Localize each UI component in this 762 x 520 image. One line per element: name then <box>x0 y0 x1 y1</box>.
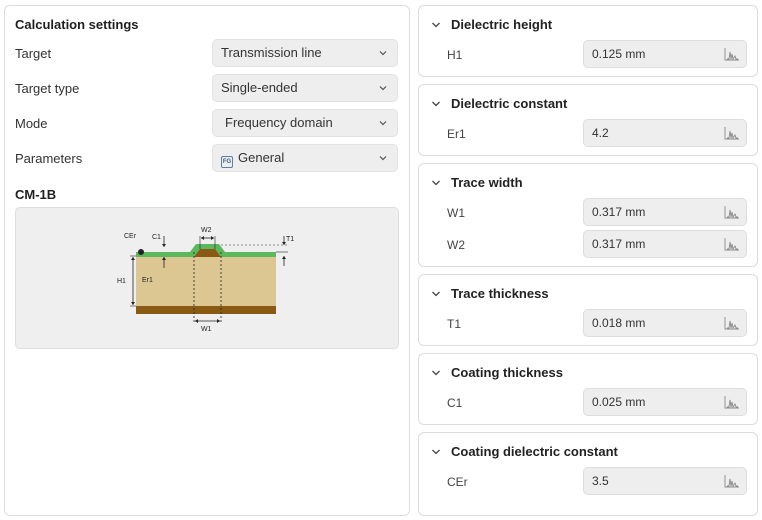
sweep-chart-icon[interactable] <box>723 394 741 410</box>
param-label-er1: Er1 <box>447 127 466 141</box>
sweep-chart-icon[interactable] <box>723 46 741 62</box>
card-trace-thickness: Trace thickness T1 0.018 mm <box>418 274 758 346</box>
ground-plane <box>136 306 276 314</box>
param-label-cer: CEr <box>447 475 468 489</box>
param-label-w2: W2 <box>447 238 465 252</box>
t1-input[interactable]: 0.018 mm <box>583 309 747 337</box>
sweep-chart-icon[interactable] <box>723 236 741 252</box>
mode-select[interactable]: Frequency domain <box>212 109 398 137</box>
c1-label: C1 <box>152 234 161 241</box>
er1-value: 4.2 <box>592 126 609 140</box>
sweep-chart-icon[interactable] <box>723 125 741 141</box>
chevron-down-icon[interactable] <box>431 368 441 378</box>
card-dielectric-height: Dielectric height H1 0.125 mm <box>418 5 758 77</box>
cer-input[interactable]: 3.5 <box>583 467 747 495</box>
t1-label: T1 <box>286 236 294 243</box>
chevron-down-icon[interactable] <box>431 178 441 188</box>
target-type-label: Target type <box>15 81 80 96</box>
card-title: Coating thickness <box>451 365 563 380</box>
parameters-label: Parameters <box>15 151 83 166</box>
card-coating-thickness: Coating thickness C1 0.025 mm <box>418 353 758 425</box>
sweep-chart-icon[interactable] <box>723 473 741 489</box>
card-title: Trace thickness <box>451 286 549 301</box>
calculation-settings-panel: Calculation settings Target Transmission… <box>4 5 410 516</box>
fg-badge-icon: FG <box>221 156 233 168</box>
card-title: Trace width <box>451 175 523 190</box>
w1-value: 0.317 mm <box>592 205 646 219</box>
chevron-down-icon <box>379 51 387 56</box>
cross-section-svg: CEr C1 W2 T1 H1 Er1 W1 <box>117 227 294 333</box>
parameters-select-value: General <box>238 150 285 165</box>
param-label-h1: H1 <box>447 48 463 62</box>
chevron-down-icon <box>379 121 387 126</box>
w2-input[interactable]: 0.317 mm <box>583 230 747 258</box>
card-trace-width: Trace width W1 0.317 mm W2 0.317 mm <box>418 163 758 267</box>
chevron-down-icon[interactable] <box>431 20 441 30</box>
er1-label: Er1 <box>142 277 153 284</box>
parameters-select[interactable]: FG General <box>212 144 398 172</box>
cer-value: 3.5 <box>592 474 609 488</box>
card-title: Coating dielectric constant <box>451 444 618 459</box>
card-dielectric-constant: Dielectric constant Er1 4.2 <box>418 84 758 156</box>
h1-label: H1 <box>117 278 126 285</box>
target-select[interactable]: Transmission line <box>212 39 398 67</box>
w2-label: W2 <box>201 227 212 234</box>
target-type-select[interactable]: Single-ended <box>212 74 398 102</box>
t1-value: 0.018 mm <box>592 316 646 330</box>
sweep-chart-icon[interactable] <box>723 315 741 331</box>
chevron-down-icon[interactable] <box>431 289 441 299</box>
w2-value: 0.317 mm <box>592 237 646 251</box>
card-title: Dielectric height <box>451 17 553 32</box>
param-label-t1: T1 <box>447 317 462 331</box>
c1-value: 0.025 mm <box>592 395 646 409</box>
mode-select-value: Frequency domain <box>225 115 333 130</box>
sweep-chart-icon[interactable] <box>723 204 741 220</box>
target-type-select-value: Single-ended <box>221 80 298 95</box>
er1-input[interactable]: 4.2 <box>583 119 747 147</box>
dielectric-layer <box>136 256 276 306</box>
calculation-settings-title: Calculation settings <box>15 17 139 32</box>
mode-label: Mode <box>15 116 48 131</box>
param-label-w1: W1 <box>447 206 465 220</box>
chevron-down-icon[interactable] <box>431 447 441 457</box>
stackup-diagram: CEr C1 W2 T1 H1 Er1 W1 <box>15 207 399 349</box>
chevron-down-icon <box>379 156 387 161</box>
w1-input[interactable]: 0.317 mm <box>583 198 747 226</box>
target-label: Target <box>15 46 52 61</box>
h1-value: 0.125 mm <box>592 47 646 61</box>
model-name: CM-1B <box>15 187 57 202</box>
c1-input[interactable]: 0.025 mm <box>583 388 747 416</box>
target-select-value: Transmission line <box>221 45 322 60</box>
param-label-c1: C1 <box>447 396 463 410</box>
card-coating-dielectric-constant: Coating dielectric constant CEr 3.5 <box>418 432 758 516</box>
card-title: Dielectric constant <box>451 96 568 111</box>
cer-label: CEr <box>124 233 137 240</box>
h1-input[interactable]: 0.125 mm <box>583 40 747 68</box>
w1-label: W1 <box>201 326 212 333</box>
cer-marker <box>138 249 144 255</box>
chevron-down-icon <box>379 86 387 91</box>
chevron-down-icon[interactable] <box>431 99 441 109</box>
